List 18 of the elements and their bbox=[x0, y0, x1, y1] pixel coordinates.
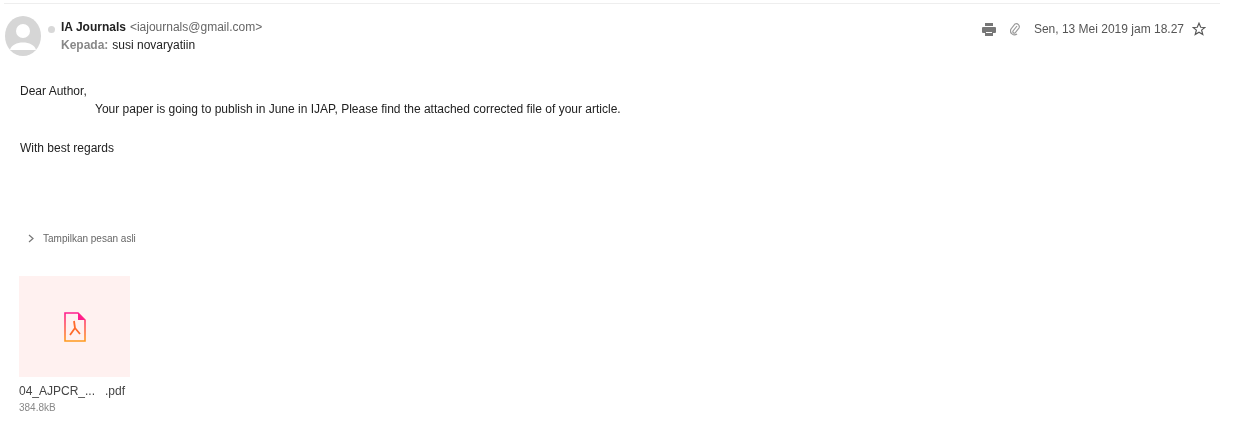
attachment-thumbnail[interactable] bbox=[19, 276, 130, 377]
closing-text: With best regards bbox=[20, 140, 116, 157]
email-date: Sen, 13 Mei 2019 jam 18.27 bbox=[1033, 21, 1184, 38]
star-icon[interactable] bbox=[1192, 22, 1206, 36]
recipient-name: susi novaryatiin bbox=[112, 37, 196, 53]
sender-email: <iajournals@gmail.com> bbox=[129, 19, 263, 35]
message-text: Your paper is going to publish in June in IJAP, Please find the attached corrected file of your article. bbox=[94, 101, 622, 118]
pdf-file-icon bbox=[63, 311, 86, 342]
attachment-filename: 04_AJPCR_... .pdf bbox=[19, 383, 127, 400]
greeting-text: Dear Author, bbox=[20, 83, 88, 100]
chevron-icon bbox=[28, 234, 34, 243]
show-original-link[interactable]: Tampilkan pesan asli bbox=[28, 231, 136, 246]
sender-name: IA Journals bbox=[61, 19, 126, 35]
print-icon[interactable] bbox=[981, 22, 996, 36]
attachment-size: 384.8kB bbox=[19, 401, 57, 415]
recipient-label: Kepada: bbox=[61, 37, 109, 53]
paperclip-icon bbox=[1009, 22, 1020, 36]
avatar-icon bbox=[5, 16, 41, 56]
